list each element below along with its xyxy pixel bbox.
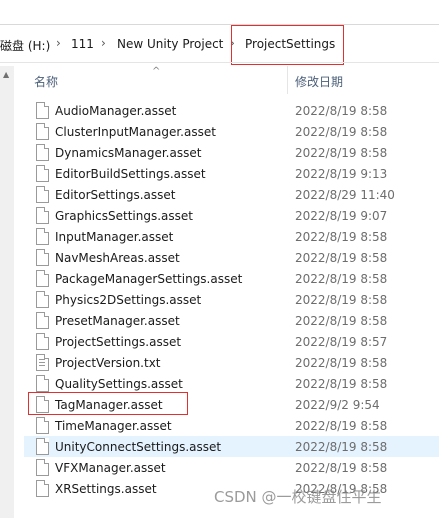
text-line-mark	[39, 359, 45, 360]
file-date: 2022/8/29 11:40	[295, 188, 395, 202]
text-file-icon	[36, 354, 49, 371]
file-icon	[36, 459, 49, 476]
file-icon	[36, 123, 49, 140]
list-item[interactable]: EditorBuildSettings.asset 2022/8/19 9:13	[24, 163, 439, 184]
file-date: 2022/8/19 8:58	[295, 377, 388, 391]
column-header-date[interactable]: 修改日期	[295, 73, 343, 90]
scrollbar[interactable]: ▲	[0, 66, 14, 518]
highlight-box-tagmanager	[28, 392, 188, 415]
file-name: DynamicsManager.asset	[55, 146, 202, 160]
list-item[interactable]: TimeManager.asset 2022/8/19 8:58	[24, 415, 439, 436]
file-name: ProjectSettings.asset	[55, 335, 182, 349]
list-item[interactable]: UnityConnectSettings.asset 2022/8/19 8:58	[24, 436, 439, 457]
file-date: 2022/8/19 8:58	[295, 272, 388, 286]
file-name: EditorBuildSettings.asset	[55, 167, 206, 181]
file-name: UnityConnectSettings.asset	[55, 440, 222, 454]
file-date: 2022/8/19 8:58	[295, 419, 388, 433]
file-icon	[36, 165, 49, 182]
file-icon	[36, 186, 49, 203]
chevron-right-icon[interactable]: ›	[101, 36, 106, 50]
file-date: 2022/8/19 8:58	[295, 440, 388, 454]
list-item[interactable]: ProjectSettings.asset 2022/8/19 8:57	[24, 331, 439, 352]
file-name: Physics2DSettings.asset	[55, 293, 202, 307]
file-icon	[36, 312, 49, 329]
file-icon	[36, 291, 49, 308]
watermark: CSDN @一校键盘住平生	[214, 488, 382, 506]
file-name: EditorSettings.asset	[55, 188, 176, 202]
file-name: XRSettings.asset	[55, 482, 157, 496]
file-date: 2022/8/19 8:58	[295, 104, 388, 118]
file-name: TimeManager.asset	[55, 419, 172, 433]
list-item[interactable]: DynamicsManager.asset 2022/8/19 8:58	[24, 142, 439, 163]
file-date: 2022/8/19 9:07	[295, 209, 388, 223]
file-icon	[36, 417, 49, 434]
file-date: 2022/8/19 8:57	[295, 335, 388, 349]
list-item[interactable]: ProjectVersion.txt 2022/8/19 8:58	[24, 352, 439, 373]
list-item[interactable]: PackageManagerSettings.asset 2022/8/19 8:…	[24, 268, 439, 289]
file-icon	[36, 270, 49, 287]
highlight-box-projectsettings	[231, 25, 344, 65]
file-icon	[36, 333, 49, 350]
breadcrumb-folder-project[interactable]: New Unity Project	[117, 37, 223, 51]
list-item[interactable]: VFXManager.asset 2022/8/19 8:58	[24, 457, 439, 478]
file-name: AudioManager.asset	[55, 104, 177, 118]
file-name: NavMeshAreas.asset	[55, 251, 180, 265]
file-date: 2022/8/19 8:58	[295, 314, 388, 328]
list-item[interactable]: Physics2DSettings.asset 2022/8/19 8:58	[24, 289, 439, 310]
text-line-mark	[39, 362, 45, 363]
file-name: QualitySettings.asset	[55, 377, 183, 391]
chevron-right-icon[interactable]: ›	[56, 36, 61, 50]
list-item[interactable]: ClusterInputManager.asset 2022/8/19 8:58	[24, 121, 439, 142]
file-date: 2022/8/19 8:58	[295, 146, 388, 160]
file-date: 2022/8/19 8:58	[295, 251, 388, 265]
file-icon	[36, 375, 49, 392]
sort-ascending-icon: ^	[152, 66, 161, 77]
breadcrumb: 磁盘 (H:) › 111 › New Unity Project › Proj…	[0, 30, 439, 60]
file-name: PackageManagerSettings.asset	[55, 272, 243, 286]
column-header: ^ 名称 修改日期	[0, 66, 439, 94]
file-icon	[36, 249, 49, 266]
file-date: 2022/8/19 9:13	[295, 167, 388, 181]
file-name: InputManager.asset	[55, 230, 174, 244]
file-icon	[36, 438, 49, 455]
divider	[0, 62, 439, 63]
file-icon	[36, 144, 49, 161]
file-icon	[36, 207, 49, 224]
divider	[0, 24, 439, 25]
text-line-mark	[39, 365, 45, 366]
file-name: ProjectVersion.txt	[55, 356, 161, 370]
file-date: 2022/8/19 8:58	[295, 461, 388, 475]
file-name: PresetManager.asset	[55, 314, 180, 328]
file-date: 2022/8/19 8:58	[295, 230, 388, 244]
list-item[interactable]: NavMeshAreas.asset 2022/8/19 8:58	[24, 247, 439, 268]
file-date: 2022/8/19 8:58	[295, 293, 388, 307]
file-icon	[36, 228, 49, 245]
file-name: VFXManager.asset	[55, 461, 166, 475]
breadcrumb-folder-111[interactable]: 111	[71, 37, 94, 51]
file-icon	[36, 480, 49, 497]
list-item[interactable]: PresetManager.asset 2022/8/19 8:58	[24, 310, 439, 331]
list-item[interactable]: EditorSettings.asset 2022/8/29 11:40	[24, 184, 439, 205]
breadcrumb-drive[interactable]: 磁盘 (H:)	[0, 37, 50, 54]
list-item[interactable]: GraphicsSettings.asset 2022/8/19 9:07	[24, 205, 439, 226]
file-icon	[36, 102, 49, 119]
list-item[interactable]: TagManager.asset 2022/9/2 9:54	[24, 392, 439, 415]
list-item[interactable]: InputManager.asset 2022/8/19 8:58	[24, 226, 439, 247]
column-header-name[interactable]: 名称	[34, 73, 58, 90]
column-divider[interactable]	[287, 66, 288, 94]
file-date: 2022/8/19 8:58	[295, 125, 388, 139]
file-name: GraphicsSettings.asset	[55, 209, 193, 223]
file-name: ClusterInputManager.asset	[55, 125, 216, 139]
file-date: 2022/9/2 9:54	[295, 398, 380, 412]
list-item[interactable]: AudioManager.asset 2022/8/19 8:58	[24, 100, 439, 121]
list-item[interactable]: QualitySettings.asset 2022/8/19 8:58	[24, 373, 439, 394]
file-date: 2022/8/19 8:58	[295, 356, 388, 370]
